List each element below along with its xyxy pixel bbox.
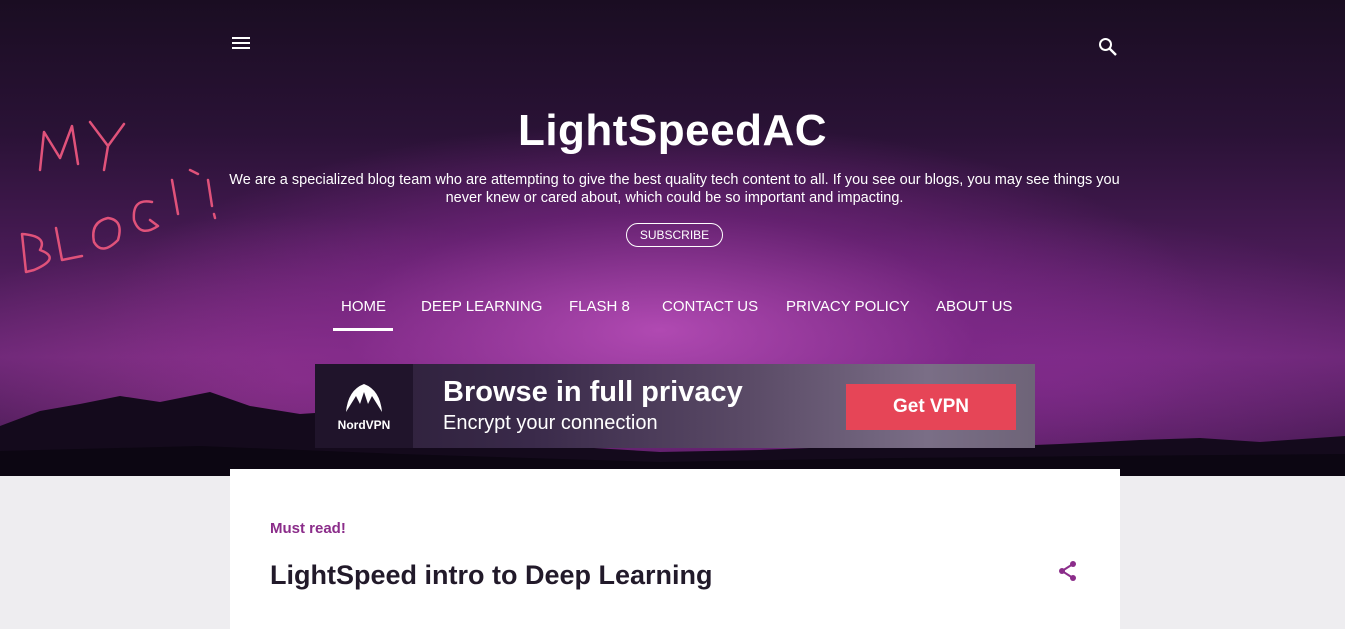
- subscribe-button[interactable]: SUBSCRIBE: [626, 223, 723, 247]
- nav-item-about-us[interactable]: ABOUT US: [936, 296, 1012, 332]
- nav-item-privacy-policy[interactable]: PRIVACY POLICY: [786, 296, 910, 332]
- nav-item-contact-us[interactable]: CONTACT US: [662, 296, 758, 332]
- nordvpn-ad-banner[interactable]: NordVPN Browse in full privacy Encrypt y…: [315, 364, 1035, 448]
- blog-header: LightSpeedAC We are a specialized blog t…: [0, 0, 1345, 476]
- share-icon[interactable]: [1057, 560, 1079, 582]
- search-icon[interactable]: [1096, 35, 1120, 59]
- blog-title[interactable]: LightSpeedAC: [0, 106, 1345, 156]
- ad-headline: Browse in full privacy: [443, 376, 743, 408]
- post-label[interactable]: Must read!: [270, 520, 346, 537]
- nav-item-flash-8[interactable]: FLASH 8: [569, 296, 630, 332]
- main-nav: HOME DEEP LEARNING FLASH 8 CONTACT US PR…: [0, 296, 1345, 336]
- nav-item-home[interactable]: HOME: [333, 296, 393, 332]
- menu-icon[interactable]: [230, 33, 254, 55]
- nav-item-deep-learning[interactable]: DEEP LEARNING: [421, 296, 542, 332]
- post-title[interactable]: LightSpeed intro to Deep Learning: [270, 560, 713, 591]
- nordvpn-logo-box: NordVPN: [315, 364, 413, 448]
- get-vpn-button[interactable]: Get VPN: [846, 384, 1016, 430]
- ad-subline: Encrypt your connection: [443, 412, 658, 434]
- nordvpn-logo-icon: [346, 384, 382, 412]
- featured-post-card: Must read! LightSpeed intro to Deep Lear…: [230, 469, 1120, 629]
- blog-description: We are a specialized blog team who are a…: [229, 172, 1120, 206]
- nordvpn-brand: NordVPN: [337, 418, 391, 432]
